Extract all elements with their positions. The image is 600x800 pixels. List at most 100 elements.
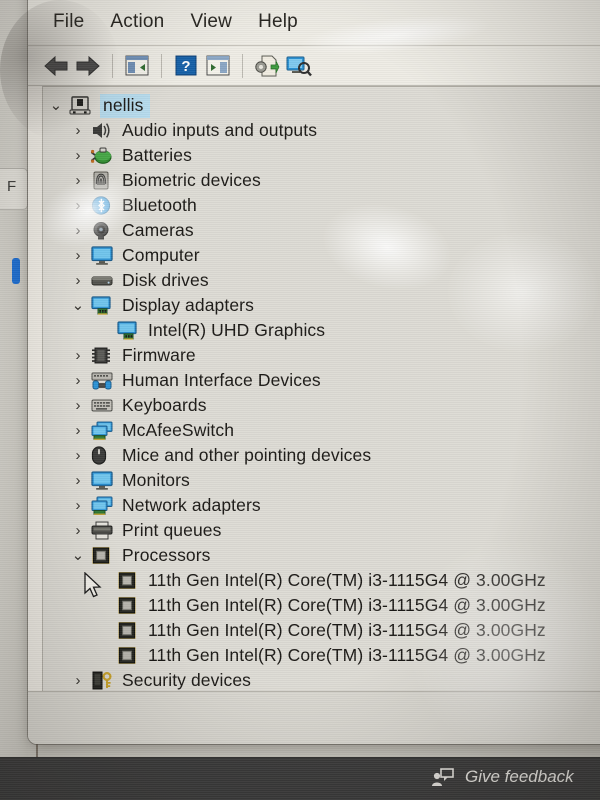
taskbar: Give feedback: [0, 757, 600, 800]
tree-item-label: Human Interface Devices: [122, 369, 321, 390]
tree-item-label: Keyboards: [122, 394, 207, 415]
chevron-right-icon[interactable]: ›: [65, 523, 91, 538]
tree-item-label: Firmware: [122, 344, 196, 365]
speaker-icon: [91, 121, 115, 141]
menu-file[interactable]: File: [40, 9, 97, 37]
tree-item-label: Bluetooth: [122, 194, 197, 215]
tree-item-security-devices[interactable]: › Security devices: [43, 668, 600, 691]
feedback-person-icon: [432, 767, 454, 787]
menu-help[interactable]: Help: [245, 9, 311, 37]
tree-item-label: Intel(R) UHD Graphics: [148, 319, 326, 340]
tree-item-label: Security devices: [122, 669, 252, 690]
bluetooth-icon: [91, 195, 115, 216]
toolbar-separator-1: [112, 53, 113, 78]
chevron-right-icon[interactable]: ›: [65, 673, 91, 688]
tree-item-firmware[interactable]: › Firmware: [43, 343, 600, 368]
give-feedback-label: Give feedback: [465, 767, 574, 786]
device-tree: ⌄ nellis › Audio inputs and outputs › Batt…: [43, 87, 600, 691]
background-window[interactable]: F: [0, 168, 28, 210]
tree-item-cameras[interactable]: › Cameras: [43, 218, 600, 243]
device-tree-panel[interactable]: ⌄ nellis › Audio inputs and outputs › Batt…: [42, 86, 600, 691]
scan-for-hardware-changes-icon[interactable]: [284, 51, 314, 81]
back-arrow-icon[interactable]: [41, 51, 71, 81]
tree-item-11th-gen-intel-r-core-tm-i3-1115g4-3-00g[interactable]: 11th Gen Intel(R) Core(TM) i3-1115G4 @ 3…: [43, 643, 600, 668]
tree-item-label: 11th Gen Intel(R) Core(TM) i3-1115G4 @ 3…: [148, 569, 546, 590]
chevron-right-icon[interactable]: ›: [65, 348, 91, 363]
tree-item-mice-and-other-pointing-devices[interactable]: › Mice and other pointing devices: [43, 443, 600, 468]
tree-item-keyboards[interactable]: › Keyboards: [43, 393, 600, 418]
tree-item-label: Processors: [122, 544, 211, 565]
chevron-right-icon[interactable]: ›: [65, 448, 91, 463]
tree-item-disk-drives[interactable]: › Disk drives: [43, 268, 600, 293]
toolbar-separator-3: [242, 53, 243, 78]
tree-item-batteries[interactable]: › Batteries: [43, 143, 600, 168]
forward-arrow-icon[interactable]: [73, 51, 103, 81]
device-manager-window: File Action View Help ? ⌄ nellis › Audio…: [28, 0, 600, 744]
tree-item-label: Disk drives: [122, 269, 209, 290]
network-stack-icon: [91, 421, 115, 441]
chevron-right-icon[interactable]: ›: [65, 373, 91, 388]
tree-item-intel-r-uhd-graphics[interactable]: Intel(R) UHD Graphics: [43, 318, 600, 343]
tree-item-label: Cameras: [122, 219, 194, 240]
processor-icon: [117, 646, 141, 666]
chip-icon: [91, 346, 115, 366]
tree-item-label: Audio inputs and outputs: [122, 119, 318, 140]
chevron-right-icon[interactable]: ›: [65, 173, 91, 188]
chevron-right-icon[interactable]: ›: [65, 198, 91, 213]
update-driver-icon[interactable]: [252, 51, 282, 81]
properties-icon[interactable]: [203, 51, 233, 81]
chevron-right-icon[interactable]: ›: [65, 248, 91, 263]
tree-item-label: Print queues: [122, 519, 222, 540]
monitor-icon: [91, 470, 115, 491]
chevron-right-icon[interactable]: ›: [65, 123, 91, 138]
tree-item-bluetooth[interactable]: › Bluetooth: [43, 193, 600, 218]
tree-item-print-queues[interactable]: › Print queues: [43, 518, 600, 543]
computer-node-icon: [69, 95, 93, 116]
chevron-right-icon[interactable]: ›: [65, 273, 91, 288]
camera-icon: [91, 221, 115, 241]
give-feedback-button[interactable]: Give feedback: [432, 767, 574, 787]
tree-item-computer[interactable]: › Computer: [43, 243, 600, 268]
tree-item-label: 11th Gen Intel(R) Core(TM) i3-1115G4 @ 3…: [148, 594, 546, 615]
chevron-right-icon[interactable]: ›: [65, 473, 91, 488]
tree-item-processors[interactable]: ⌄ Processors: [43, 543, 600, 568]
chevron-right-icon[interactable]: ›: [65, 498, 91, 513]
show-hide-console-tree-icon[interactable]: [122, 51, 152, 81]
processor-icon: [117, 596, 141, 616]
chevron-down-icon[interactable]: ⌄: [65, 548, 91, 563]
tree-item-biometric-devices[interactable]: › Biometric devices: [43, 168, 600, 193]
tree-item-monitors[interactable]: › Monitors: [43, 468, 600, 493]
help-icon[interactable]: ?: [171, 51, 201, 81]
tree-item-label: Network adapters: [122, 494, 261, 515]
printer-icon: [91, 521, 115, 541]
toolbar: ?: [28, 46, 600, 86]
menu-action[interactable]: Action: [97, 9, 177, 37]
network-stack-icon: [91, 496, 115, 516]
chevron-right-icon[interactable]: ›: [65, 423, 91, 438]
tree-item-mcafeeswitch[interactable]: › McAfeeSwitch: [43, 418, 600, 443]
menu-view[interactable]: View: [177, 9, 245, 37]
tree-item-label: 11th Gen Intel(R) Core(TM) i3-1115G4 @ 3…: [148, 619, 546, 640]
hid-icon: [91, 371, 115, 391]
tree-item-network-adapters[interactable]: › Network adapters: [43, 493, 600, 518]
chevron-down-icon[interactable]: ⌄: [43, 98, 69, 113]
tree-item-label: Display adapters: [122, 294, 254, 315]
tree-item-audio-inputs-and-outputs[interactable]: › Audio inputs and outputs: [43, 118, 600, 143]
chevron-right-icon[interactable]: ›: [65, 148, 91, 163]
tree-item-label: nellis: [100, 93, 151, 118]
tree-item-display-adapters[interactable]: ⌄ Display adapters: [43, 293, 600, 318]
tree-item-label: Mice and other pointing devices: [122, 444, 372, 465]
tree-item-11th-gen-intel-r-core-tm-i3-1115g4-3-00g[interactable]: 11th Gen Intel(R) Core(TM) i3-1115G4 @ 3…: [43, 618, 600, 643]
window-bottom-chrome: [28, 691, 600, 744]
processor-icon: [117, 571, 141, 591]
chevron-right-icon[interactable]: ›: [65, 223, 91, 238]
tree-item-11th-gen-intel-r-core-tm-i3-1115g4-3-00g[interactable]: 11th Gen Intel(R) Core(TM) i3-1115G4 @ 3…: [43, 593, 600, 618]
display-adapter-icon: [117, 320, 141, 341]
disk-drive-icon: [91, 271, 115, 291]
tree-root-nellis[interactable]: ⌄ nellis: [43, 93, 600, 118]
tree-item-human-interface-devices[interactable]: › Human Interface Devices: [43, 368, 600, 393]
processor-icon: [91, 546, 115, 566]
chevron-down-icon[interactable]: ⌄: [65, 298, 91, 313]
chevron-right-icon[interactable]: ›: [65, 398, 91, 413]
tree-item-11th-gen-intel-r-core-tm-i3-1115g4-3-00g[interactable]: 11th Gen Intel(R) Core(TM) i3-1115G4 @ 3…: [43, 568, 600, 593]
